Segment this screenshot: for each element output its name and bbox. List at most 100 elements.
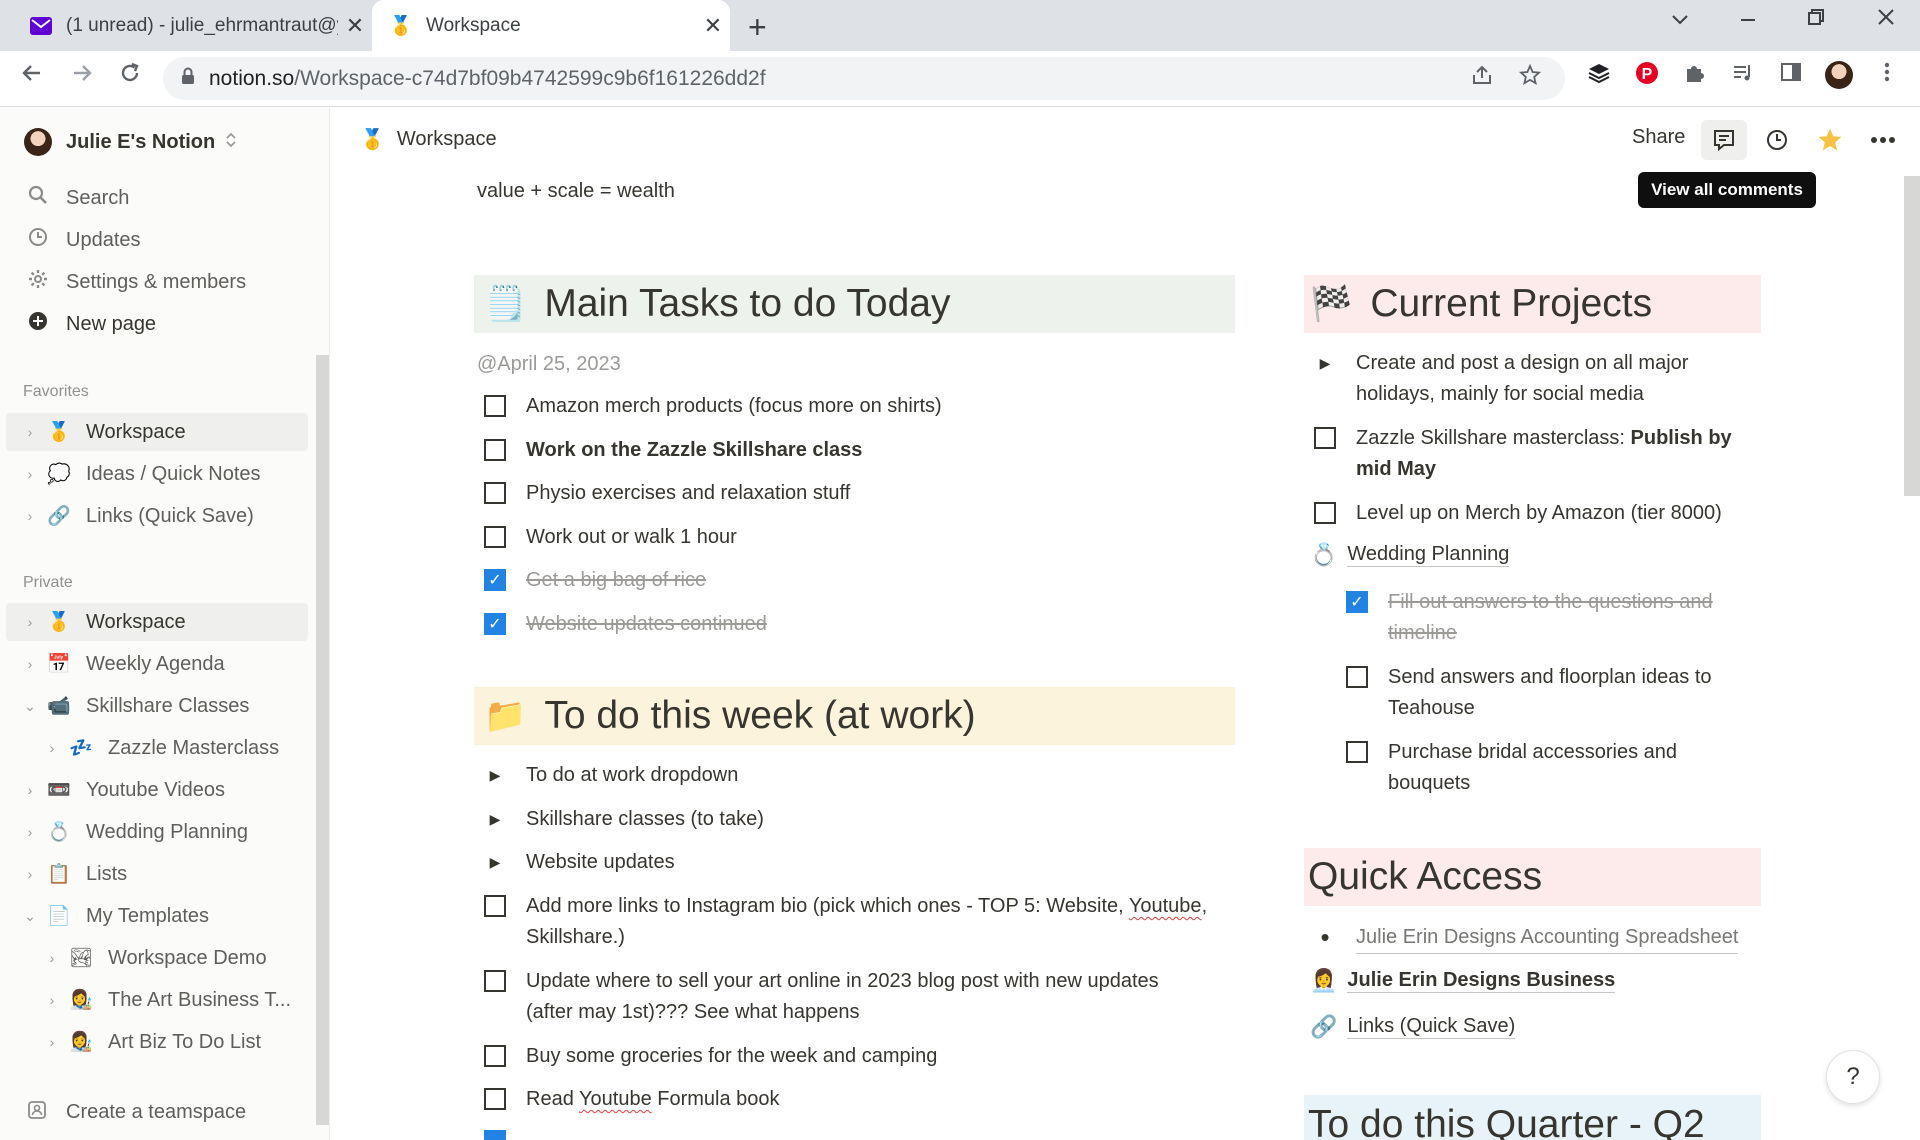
sidebar-item-workspace[interactable]: › 🥇 Workspace bbox=[6, 603, 308, 641]
chevron-down-icon[interactable]: ⌄ bbox=[22, 908, 38, 925]
sidebar-item-workspace-demo[interactable]: › 🏞 Workspace Demo bbox=[6, 939, 308, 977]
bookmark-star-icon[interactable] bbox=[1518, 63, 1542, 92]
todo-text[interactable]: Level up on Merch by Amazon (tier 8000) bbox=[1356, 498, 1722, 529]
todo-text[interactable]: Send answers and floorplan ideas to Teah… bbox=[1388, 662, 1712, 724]
chevron-right-icon[interactable]: › bbox=[22, 866, 38, 882]
browser-tab-workspace[interactable]: 🥇 Workspace ✕ bbox=[372, 0, 730, 51]
checkbox[interactable] bbox=[484, 526, 506, 548]
reload-icon[interactable] bbox=[110, 61, 150, 92]
checkbox[interactable] bbox=[484, 970, 506, 992]
sidebar-item-favorite-workspace[interactable]: › 🥇 Workspace bbox=[6, 413, 308, 451]
pinterest-icon[interactable]: P bbox=[1630, 61, 1664, 92]
chevron-down-icon[interactable]: ⌄ bbox=[22, 698, 38, 715]
date-mention[interactable]: @April 25, 2023 bbox=[477, 353, 621, 376]
back-icon[interactable] bbox=[12, 61, 52, 92]
new-tab-button[interactable]: + bbox=[748, 9, 767, 46]
page-link-links[interactable]: 🔗 Links (Quick Save) bbox=[1310, 1014, 1516, 1040]
help-button[interactable]: ? bbox=[1826, 1050, 1880, 1104]
tab-search-chevron-icon[interactable] bbox=[1660, 6, 1700, 32]
page-link-wedding[interactable]: 💍 Wedding Planning bbox=[1310, 542, 1510, 568]
todo-text[interactable]: Purchase bridal accessories and bouquets bbox=[1388, 737, 1677, 799]
chevron-right-icon[interactable]: › bbox=[22, 824, 38, 840]
sidebar-item-links[interactable]: › 🔗 Links (Quick Save) bbox=[6, 497, 308, 535]
history-clock-icon[interactable] bbox=[1754, 120, 1800, 160]
toggle-triangle-icon[interactable]: ▶ bbox=[484, 760, 506, 791]
restore-icon[interactable] bbox=[1796, 6, 1836, 32]
todo-text[interactable]: Physio exercises and relaxation stuff bbox=[526, 478, 850, 509]
browser-tab-mail[interactable]: (1 unread) - julie_ehrmantraut@y ✕ bbox=[0, 0, 372, 51]
url-bar[interactable]: notion.so/Workspace-c74d7bf09b4742599c9b… bbox=[163, 57, 1565, 100]
todo-text[interactable]: Zazzle Skillshare masterclass: Publish b… bbox=[1356, 423, 1732, 485]
sidebar-item-wedding[interactable]: › 💍 Wedding Planning bbox=[6, 813, 308, 851]
sidebar-item-lists[interactable]: › 📋 Lists bbox=[6, 855, 308, 893]
todo-text[interactable]: Fill out answers to the questions and ti… bbox=[1388, 587, 1713, 649]
sidebar-item-zazzle[interactable]: › 💤 Zazzle Masterclass bbox=[6, 729, 308, 767]
page-scrollbar[interactable] bbox=[1904, 176, 1920, 496]
close-icon[interactable]: ✕ bbox=[338, 13, 372, 39]
sidebar-item-art-biz-todo[interactable]: › 👩‍🎨 Art Biz To Do List bbox=[6, 1023, 308, 1061]
toggle-text[interactable]: To do at work dropdown bbox=[526, 760, 738, 791]
toggle-text[interactable]: Website updates bbox=[526, 847, 675, 878]
checkbox[interactable] bbox=[1346, 741, 1368, 763]
profile-avatar[interactable] bbox=[1822, 61, 1856, 96]
todo-text[interactable]: Read Youtube Formula book bbox=[526, 1084, 780, 1115]
chevron-right-icon[interactable]: › bbox=[22, 508, 38, 524]
checkbox-checked[interactable]: ✓ bbox=[484, 613, 506, 635]
toggle-triangle-icon[interactable]: ▶ bbox=[1314, 348, 1336, 379]
todo-text[interactable]: Add more links to Instagram bio (pick wh… bbox=[526, 891, 1207, 953]
checkbox-checked[interactable]: ✓ bbox=[1346, 591, 1368, 613]
checkbox[interactable] bbox=[484, 482, 506, 504]
checkbox[interactable] bbox=[484, 895, 506, 917]
share-button[interactable]: Share bbox=[1632, 126, 1685, 149]
puzzle-extensions-icon[interactable] bbox=[1678, 61, 1712, 92]
checkbox-checked[interactable] bbox=[484, 1130, 506, 1140]
checkbox[interactable] bbox=[1314, 427, 1336, 449]
checkbox[interactable] bbox=[1346, 666, 1368, 688]
side-panel-icon[interactable] bbox=[1774, 61, 1808, 90]
todo-text[interactable]: Website updates continued bbox=[526, 609, 767, 640]
link-text[interactable]: Julie Erin Designs Accounting Spreadshee… bbox=[1356, 922, 1739, 954]
chevron-right-icon[interactable]: › bbox=[22, 656, 38, 672]
todo-text[interactable]: Update where to sell your art online in … bbox=[526, 966, 1159, 1028]
checkbox-checked[interactable]: ✓ bbox=[484, 569, 506, 591]
create-teamspace-button[interactable]: Create a teamspace bbox=[24, 1098, 246, 1126]
todo-text[interactable]: Amazon merch products (focus more on shi… bbox=[526, 391, 942, 422]
chevron-right-icon[interactable]: › bbox=[22, 782, 38, 798]
sidebar-item-ideas[interactable]: › 💭 Ideas / Quick Notes bbox=[6, 455, 308, 493]
sidebar-search[interactable]: Search bbox=[24, 185, 129, 211]
media-queue-icon[interactable] bbox=[1726, 61, 1760, 92]
layers-extension-icon[interactable] bbox=[1582, 61, 1616, 92]
browser-menu-icon[interactable] bbox=[1870, 61, 1904, 90]
chevron-right-icon[interactable]: › bbox=[44, 992, 60, 1008]
more-options-icon[interactable] bbox=[1860, 120, 1906, 160]
chevron-right-icon[interactable]: › bbox=[44, 950, 60, 966]
forward-icon[interactable] bbox=[62, 61, 102, 92]
sidebar-item-templates[interactable]: ⌄ 📄 My Templates bbox=[6, 897, 308, 935]
chevron-right-icon[interactable]: › bbox=[22, 614, 38, 630]
toggle-triangle-icon[interactable]: ▶ bbox=[484, 847, 506, 878]
sidebar-item-art-business[interactable]: › 👩‍🎨 The Art Business T... bbox=[6, 981, 308, 1019]
checkbox[interactable] bbox=[484, 439, 506, 461]
chevron-right-icon[interactable]: › bbox=[44, 740, 60, 756]
chevron-right-icon[interactable]: › bbox=[22, 424, 38, 440]
sidebar-updates[interactable]: Updates bbox=[24, 227, 141, 253]
favorite-star-icon[interactable] bbox=[1807, 120, 1853, 160]
todo-text[interactable]: Buy some groceries for the week and camp… bbox=[526, 1041, 937, 1072]
checkbox[interactable] bbox=[484, 1045, 506, 1067]
close-icon[interactable]: ✕ bbox=[696, 13, 730, 39]
sidebar-item-weekly-agenda[interactable]: › 📅 Weekly Agenda bbox=[6, 645, 308, 683]
page-link-business[interactable]: 👩‍💼 Julie Erin Designs Business bbox=[1310, 968, 1616, 994]
chevron-right-icon[interactable]: › bbox=[22, 466, 38, 482]
sidebar-new-page[interactable]: New page bbox=[24, 311, 156, 337]
checkbox[interactable] bbox=[484, 1088, 506, 1110]
share-page-icon[interactable] bbox=[1471, 64, 1493, 92]
todo-text[interactable]: Work on the Zazzle Skillshare class bbox=[526, 435, 862, 466]
window-close-icon[interactable] bbox=[1866, 6, 1906, 32]
todo-text[interactable]: Get a big bag of rice bbox=[526, 565, 706, 596]
checkbox[interactable] bbox=[484, 395, 506, 417]
chevron-right-icon[interactable]: › bbox=[44, 1034, 60, 1050]
toggle-triangle-icon[interactable]: ▶ bbox=[484, 804, 506, 835]
sidebar-scrollbar[interactable] bbox=[316, 355, 329, 1125]
sidebar-item-skillshare[interactable]: ⌄ 📹 Skillshare Classes bbox=[6, 687, 308, 725]
todo-text[interactable]: Work out or walk 1 hour bbox=[526, 522, 737, 553]
